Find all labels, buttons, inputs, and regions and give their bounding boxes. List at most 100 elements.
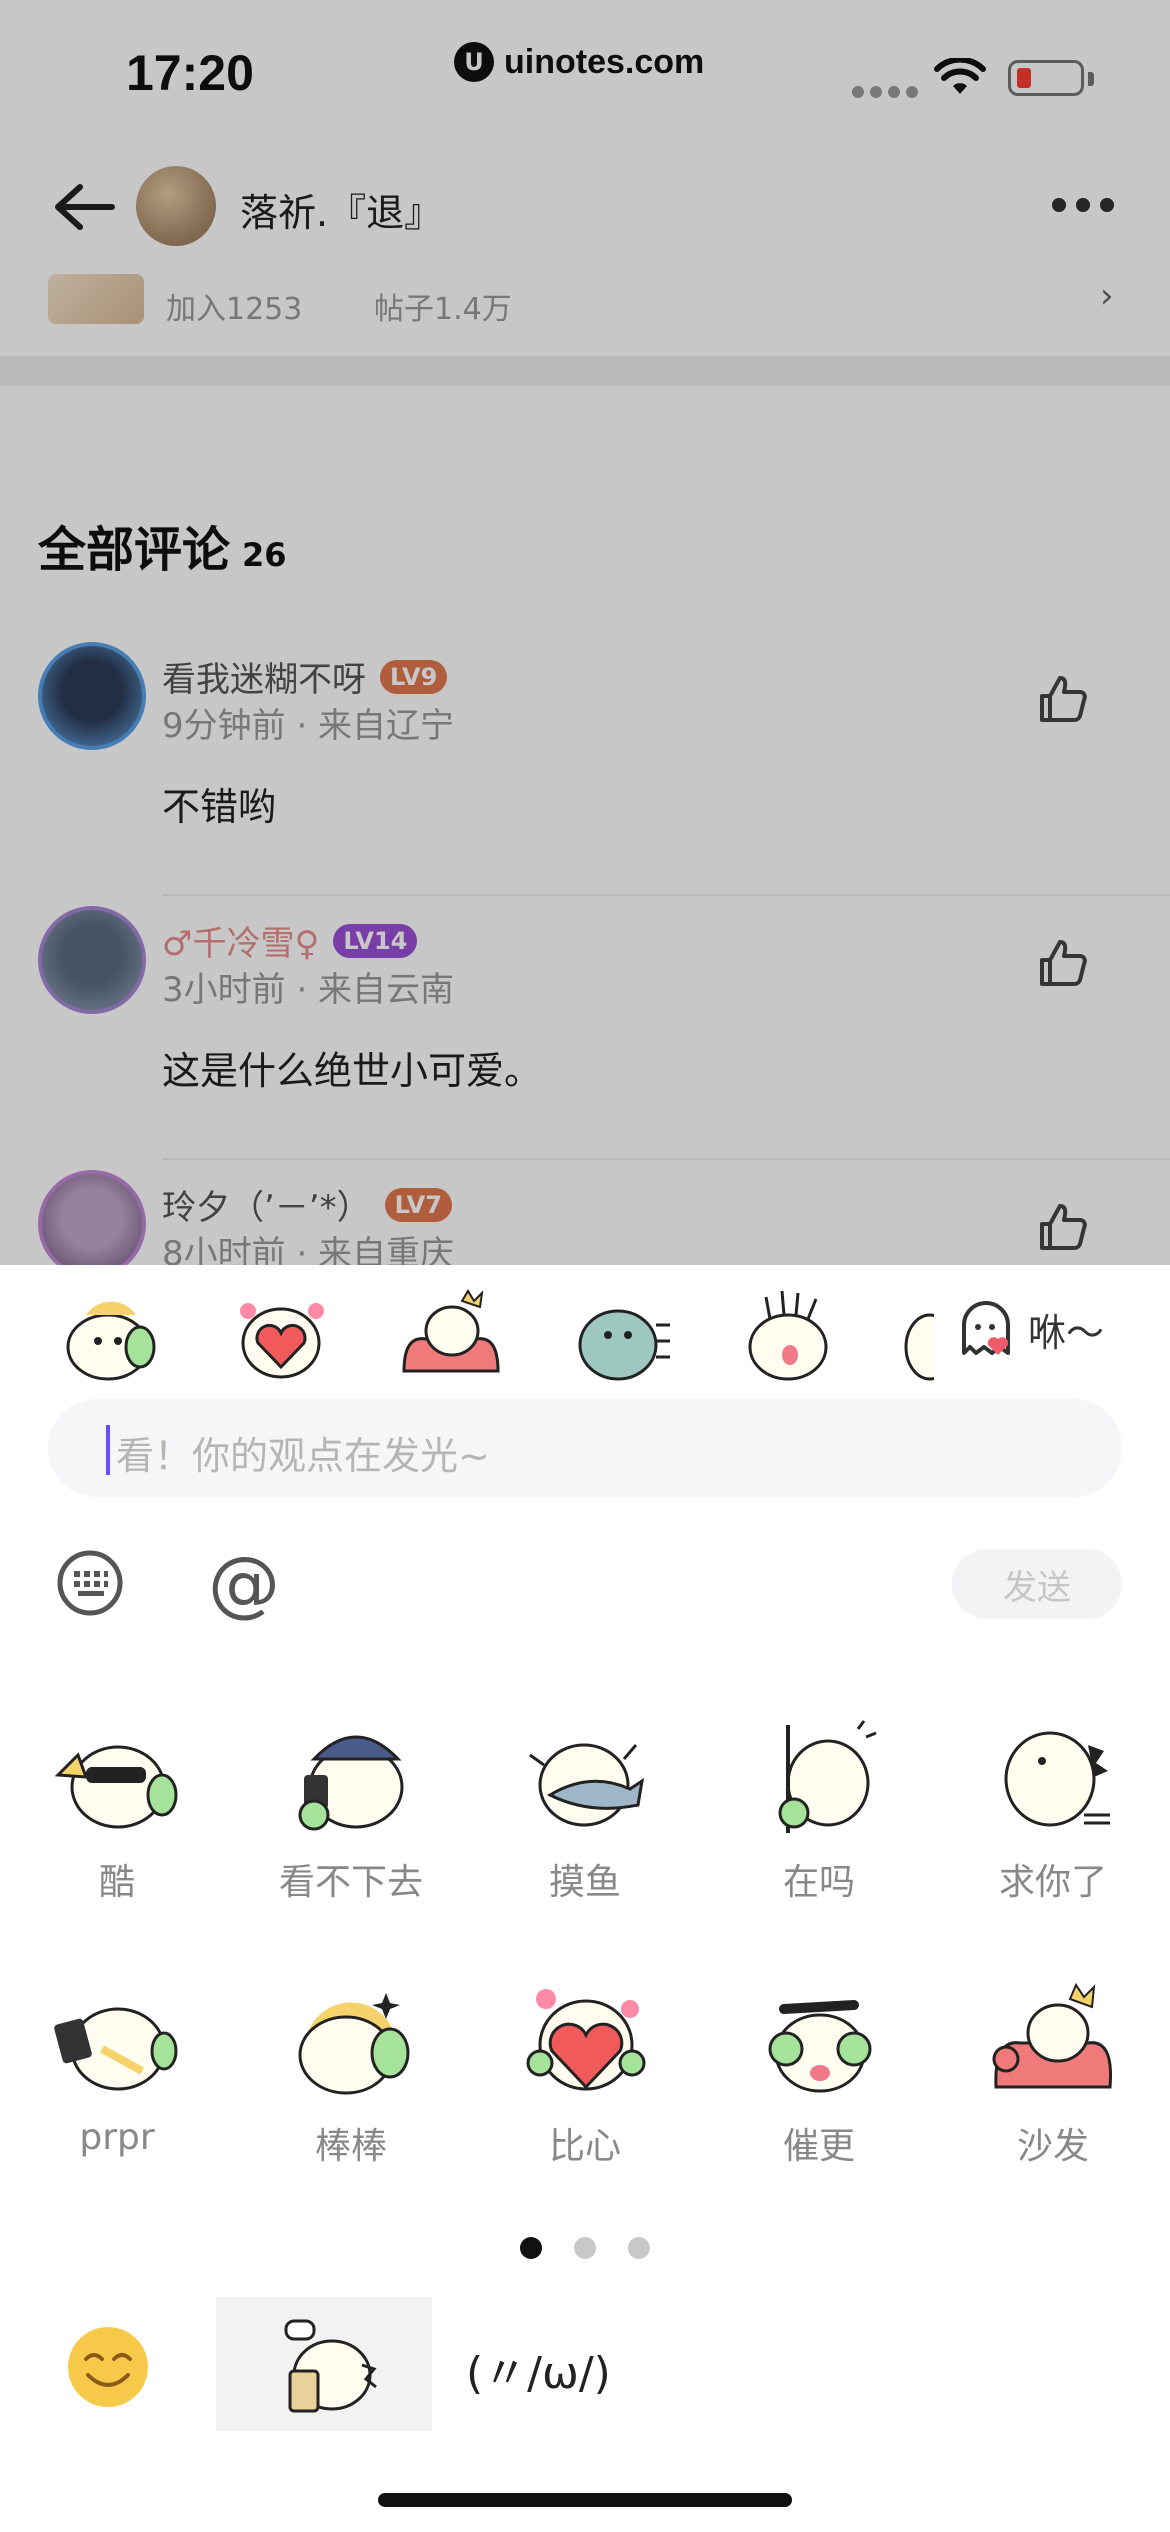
sticker-item[interactable]: 比心: [468, 1979, 702, 2219]
comment-item: 玲夕（’－’*） LV7 8小时前 · 来自重庆: [0, 1164, 1170, 1265]
emoji-smile-tab-icon[interactable]: [64, 2323, 152, 2411]
sticker-page-indicator: [520, 2237, 650, 2259]
sticker-are-you-there-icon: [778, 1720, 877, 1833]
emoji-category-tabs: (〃/ω/): [0, 2297, 1170, 2431]
sticker-item[interactable]: 摸鱼: [468, 1715, 702, 1955]
input-toolbar: @ 发送: [0, 1533, 1170, 1633]
commenter-avatar[interactable]: [38, 1170, 146, 1265]
sticker-label: 催更: [782, 2126, 855, 2167]
commenter-avatar[interactable]: [38, 642, 146, 750]
comment-item: 看我迷糊不呀 LV9 9分钟前 · 来自辽宁 不错哟: [0, 636, 1170, 896]
kaomoji-tab[interactable]: (〃/ω/): [466, 2337, 611, 2401]
sticker-label: 沙发: [1016, 2126, 1089, 2167]
sticker-item[interactable]: 在吗: [702, 1715, 936, 1955]
battery-cap: [1088, 72, 1094, 86]
like-thumb-icon[interactable]: [1036, 936, 1090, 990]
commenter-name[interactable]: 玲夕（’－’*）: [162, 1180, 371, 1229]
like-thumb-icon[interactable]: [1036, 1200, 1090, 1254]
sticker-item[interactable]: prpr: [0, 1979, 234, 2219]
sticker-label: 比心: [548, 2126, 621, 2167]
commenter-name-row: 看我迷糊不呀 LV9: [162, 652, 448, 701]
level-badge: LV14: [333, 923, 418, 958]
sticker-great-icon: [298, 1993, 410, 2095]
sticker-label: prpr: [79, 2117, 155, 2158]
chevron-right-icon: ›: [1100, 276, 1114, 316]
comment-item: ♂千冷雪♀ LV14 3小时前 · 来自云南 这是什么绝世小可爱。: [0, 900, 1170, 1160]
comment-meta: 9分钟前 · 来自辽宁: [162, 706, 455, 746]
page-dot-2[interactable]: [574, 2237, 596, 2259]
sticker-cool-icon: [54, 1745, 178, 1829]
sticker-fish-mini-icon[interactable]: [566, 1285, 676, 1385]
home-indicator: [378, 2493, 792, 2507]
comment-text: 这是什么绝世小可爱。: [162, 1049, 543, 1093]
sticker-shock-mini-icon[interactable]: [736, 1285, 846, 1385]
sticker-tab-active[interactable]: [216, 2297, 432, 2431]
sticker-label: 酷: [98, 1862, 135, 1903]
level-badge: LV7: [384, 1187, 452, 1222]
author-avatar[interactable]: [136, 166, 216, 246]
cellular-signal-icon: [852, 86, 918, 98]
wifi-icon: [934, 58, 986, 94]
page-dot-1[interactable]: [520, 2237, 542, 2259]
sticker-pack-tab-icon: [284, 2319, 377, 2413]
page-dot-3[interactable]: [628, 2237, 650, 2259]
sticker-cool-mini-icon[interactable]: [56, 1285, 166, 1385]
sticker-label: 看不下去: [278, 1862, 423, 1903]
sticker-sofa-mini-icon[interactable]: [396, 1285, 506, 1385]
commenter-name[interactable]: 看我迷糊不呀: [162, 652, 366, 701]
sticker-urge-update-icon: [768, 2000, 872, 2093]
comment-divider: [162, 1158, 1170, 1160]
text-caret: [106, 1425, 110, 1475]
circle-thumbnail: [48, 274, 144, 324]
commenter-avatar[interactable]: [38, 906, 146, 1014]
status-time: 17:20: [126, 45, 254, 101]
sticker-item[interactable]: 酷: [0, 1715, 234, 1955]
comment-divider: [162, 894, 1170, 896]
circle-join-count: 加入1253: [166, 292, 303, 327]
circle-post-count: 帖子1.4万: [374, 292, 512, 327]
sticker-slack-fish-icon: [529, 1743, 645, 1827]
sticker-label: 摸鱼: [548, 1862, 621, 1903]
mention-at-icon[interactable]: @: [208, 1541, 280, 1625]
sticker-sofa-icon: [992, 1982, 1113, 2089]
commenter-name[interactable]: ♂千冷雪♀: [162, 916, 319, 965]
sticker-item[interactable]: 催更: [702, 1979, 936, 2219]
level-badge: LV9: [380, 659, 448, 694]
status-bar: 17:20 U uinotes.com: [0, 0, 1170, 150]
url-text: uinotes.com: [504, 42, 705, 81]
sticker-label: 求你了: [998, 1862, 1107, 1903]
sticker-item[interactable]: 棒棒: [234, 1979, 468, 2219]
sticker-please-icon: [1004, 1731, 1110, 1827]
sticker-item[interactable]: 沙发: [936, 1979, 1170, 2219]
sticker-heart-mini-icon[interactable]: [226, 1285, 336, 1385]
sticker-finger-heart-icon: [526, 1989, 646, 2091]
like-thumb-icon[interactable]: [1036, 672, 1090, 726]
strip-more-label: 咻～: [1028, 1310, 1105, 1355]
ghost-heart-icon: [962, 1301, 1010, 1355]
sticker-cant-watch-icon: [298, 1735, 404, 1831]
battery-icon: [1008, 60, 1084, 96]
site-logo-icon: U: [454, 42, 494, 82]
back-arrow-icon[interactable]: [52, 182, 116, 232]
comments-count: 26: [242, 536, 287, 574]
post-header: 落祈.『退』: [0, 160, 1170, 250]
sticker-partial-mini-icon[interactable]: [900, 1285, 934, 1385]
commenter-name-row: ♂千冷雪♀ LV14: [162, 916, 418, 965]
comment-input-panel: 咻～ 看！你的观点在发光~ @ 发送 酷 看不下去 摸鱼 在吗 求你了 prpr…: [0, 1265, 1170, 2532]
sticker-strip-more[interactable]: 咻～: [948, 1297, 1105, 1361]
quick-sticker-strip: 咻～: [0, 1277, 1170, 1397]
comment-input[interactable]: 看！你的观点在发光~: [48, 1399, 1122, 1497]
keyboard-icon[interactable]: [56, 1549, 124, 1617]
commenter-name-row: 玲夕（’－’*） LV7: [162, 1180, 452, 1229]
url-pill[interactable]: U uinotes.com: [440, 26, 732, 98]
comment-input-placeholder: 看！你的观点在发光~: [116, 1434, 490, 1478]
sticker-item[interactable]: 求你了: [936, 1715, 1170, 1955]
sticker-label: 棒棒: [314, 2126, 387, 2167]
sticker-prpr-icon: [54, 2007, 178, 2091]
sticker-item[interactable]: 看不下去: [234, 1715, 468, 1955]
more-dots-icon[interactable]: [1052, 198, 1114, 212]
send-button[interactable]: 发送: [952, 1549, 1122, 1619]
circle-info-row[interactable]: 加入1253 帖子1.4万 ›: [0, 262, 1170, 332]
author-name[interactable]: 落祈.『退』: [240, 182, 442, 237]
comment-text: 不错哟: [162, 785, 277, 829]
